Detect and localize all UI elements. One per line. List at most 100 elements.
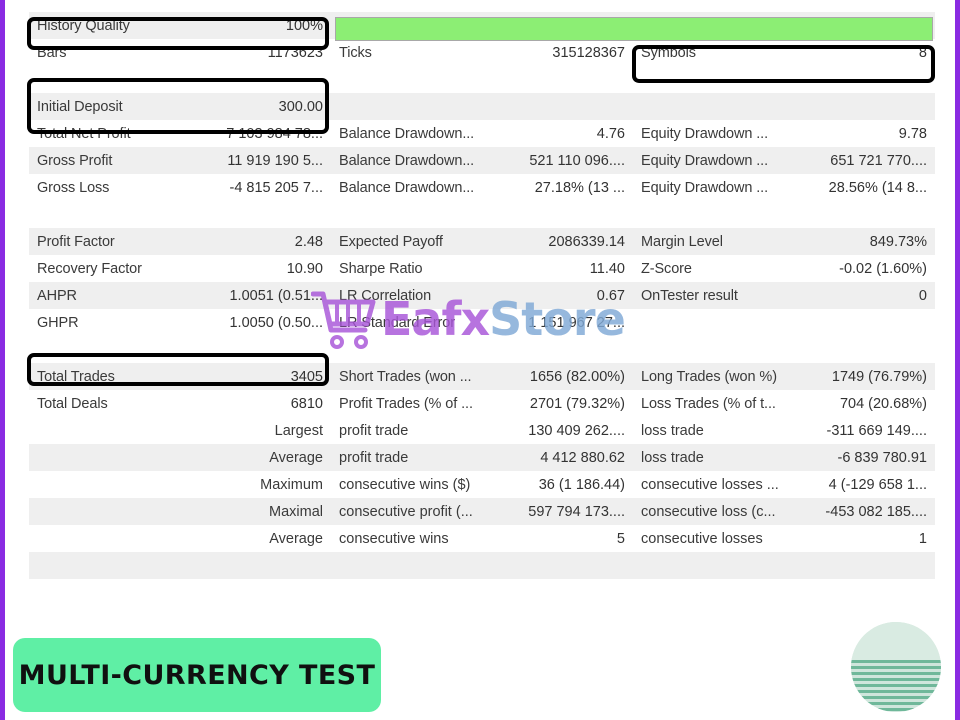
report-cell-label: Total Deals bbox=[37, 395, 108, 412]
table-row[interactable]: Total Net Profit 7 103 984 78... Balance D… bbox=[29, 120, 935, 147]
report-cell-middle: profit trade 4 412 880.62 bbox=[331, 444, 633, 471]
extreme-keyword: Largest bbox=[274, 422, 323, 439]
report-cell-keyword: Average bbox=[29, 444, 331, 471]
extreme-middle-phrase: consecutive profit (... bbox=[339, 503, 473, 520]
table-row[interactable]: Total Trades 3405 Short Trades (won ... 165… bbox=[29, 363, 935, 390]
report-cell: GHPR 1.0050 (0.50... bbox=[29, 309, 331, 336]
report-cell-label: Gross Loss bbox=[37, 179, 110, 196]
table-row[interactable]: Total Deals 6810 Profit Trades (% of ... 27… bbox=[29, 390, 935, 417]
report-cell-middle: consecutive wins ($) 36 (1 186.44) bbox=[331, 471, 633, 498]
table-row[interactable]: Gross Profit 11 919 190 5... Balance Drawd… bbox=[29, 147, 935, 174]
report-cell-label: Expected Payoff bbox=[339, 233, 443, 250]
report-cell: Sharpe Ratio 11.40 bbox=[331, 255, 633, 282]
table-row[interactable]: Average consecutive wins 5 consecutive loss… bbox=[29, 525, 935, 552]
extreme-middle-phrase: consecutive wins ($) bbox=[339, 476, 471, 493]
report-cell-value: 1.0051 (0.51... bbox=[229, 287, 323, 304]
table-row[interactable]: Maximal consecutive profit (... 597 794 17… bbox=[29, 498, 935, 525]
section-separator bbox=[29, 66, 935, 93]
report-cell-keyword: Largest bbox=[29, 417, 331, 444]
report-cell: Equity Drawdown ... 9.78 bbox=[633, 120, 935, 147]
report-cell: Total Trades 3405 bbox=[29, 363, 331, 390]
extreme-keyword: Maximal bbox=[269, 503, 323, 520]
report-cell: Bars 1173623 bbox=[29, 39, 331, 66]
report-cell: Profit Factor 2.48 bbox=[29, 228, 331, 255]
table-row[interactable]: Gross Loss -4 815 205 7... Balance Drawdow… bbox=[29, 174, 935, 201]
report-cell: Balance Drawdown... 521 110 096.... bbox=[331, 147, 633, 174]
report-cell-label: Bars bbox=[37, 44, 67, 61]
extreme-middle-value: 36 (1 186.44) bbox=[538, 476, 625, 493]
report-cell-label: Balance Drawdown... bbox=[339, 152, 475, 169]
report-cell-label: Gross Profit bbox=[37, 152, 113, 169]
report-cell-label: LR Correlation bbox=[339, 287, 432, 304]
report-cell-keyword: Average bbox=[29, 525, 331, 552]
extreme-right-phrase: loss trade bbox=[641, 422, 704, 439]
report-cell-value: 849.73% bbox=[869, 233, 927, 250]
report-cell-value: 4.76 bbox=[596, 125, 625, 142]
report-cell-value: 100% bbox=[285, 17, 323, 34]
report-cell-label: LR Standard Error bbox=[339, 314, 455, 331]
report-cell-value: 2086339.14 bbox=[548, 233, 625, 250]
banner-label: MULTI-CURRENCY TEST bbox=[18, 659, 376, 691]
report-cell-label: OnTester result bbox=[641, 287, 738, 304]
report-cell-value: 1749 (76.79%) bbox=[831, 368, 927, 385]
extreme-keyword: Maximum bbox=[260, 476, 323, 493]
table-row[interactable]: Recovery Factor 10.90 Sharpe Ratio 11.40 Z-S… bbox=[29, 255, 935, 282]
report-cell: Gross Loss -4 815 205 7... bbox=[29, 174, 331, 201]
extreme-middle-phrase: profit trade bbox=[339, 449, 409, 466]
report-cell-label: Z-Score bbox=[641, 260, 692, 277]
report-cell-value: 0.67 bbox=[596, 287, 625, 304]
report-cell-value: 0 bbox=[918, 287, 927, 304]
report-cell: Long Trades (won %) 1749 (76.79%) bbox=[633, 363, 935, 390]
table-row[interactable]: GHPR 1.0050 (0.50... LR Standard Error 1 15… bbox=[29, 309, 935, 336]
extreme-right-value: -453 082 185.... bbox=[825, 503, 927, 520]
report-cell-right: loss trade -6 839 780.91 bbox=[633, 444, 935, 471]
report-cell-value: 2.48 bbox=[294, 233, 323, 250]
table-row[interactable]: Bars 1173623 Ticks 315128367 Symbols 8 bbox=[29, 39, 935, 66]
report-cell-value: 651 721 770.... bbox=[830, 152, 927, 169]
table-row[interactable]: AHPR 1.0051 (0.51... LR Correlation 0.67 OnT… bbox=[29, 282, 935, 309]
progress-bar-fill bbox=[336, 18, 932, 40]
extreme-middle-phrase: consecutive wins bbox=[339, 530, 449, 547]
report-cell-label: Equity Drawdown ... bbox=[641, 152, 769, 169]
report-cell: Total Net Profit 7 103 984 78... bbox=[29, 120, 331, 147]
report-cell: Expected Payoff 2086339.14 bbox=[331, 228, 633, 255]
report-cell bbox=[633, 309, 935, 336]
table-row[interactable]: Average profit trade 4 412 880.62 loss trad… bbox=[29, 444, 935, 471]
report-cell-value: 315128367 bbox=[552, 44, 625, 61]
circle-top-half bbox=[851, 622, 941, 660]
report-cell-label: Short Trades (won ... bbox=[339, 368, 472, 385]
circle-decoration bbox=[851, 622, 941, 712]
extreme-keyword: Average bbox=[269, 530, 323, 547]
report-cell-value: 2701 (79.32%) bbox=[529, 395, 625, 412]
report-cell-value: 8 bbox=[918, 44, 927, 61]
report-cell-right: loss trade -311 669 149.... bbox=[633, 417, 935, 444]
report-cell-label: Balance Drawdown... bbox=[339, 179, 475, 196]
extreme-middle-value: 5 bbox=[616, 530, 625, 547]
report-cell-value: 1.0050 (0.50... bbox=[229, 314, 323, 331]
table-row[interactable]: Profit Factor 2.48 Expected Payoff 2086339.… bbox=[29, 228, 935, 255]
screenshot-root: History Quality 100% Bars 1173623 Ticks 31512… bbox=[0, 0, 960, 720]
report-cell-label: Long Trades (won %) bbox=[641, 368, 777, 385]
report-cell-label: Balance Drawdown... bbox=[339, 125, 475, 142]
extreme-middle-value: 4 412 880.62 bbox=[540, 449, 625, 466]
report-cell: AHPR 1.0051 (0.51... bbox=[29, 282, 331, 309]
extreme-keyword: Average bbox=[269, 449, 323, 466]
report-cell: Profit Trades (% of ... 2701 (79.32%) bbox=[331, 390, 633, 417]
report-cell-value: 11.40 bbox=[589, 260, 625, 277]
report-cell-right: consecutive losses 1 bbox=[633, 525, 935, 552]
table-row[interactable]: Largest profit trade 130 409 262.... loss t… bbox=[29, 417, 935, 444]
table-row[interactable]: Initial Deposit 300.00 bbox=[29, 93, 935, 120]
report-cell-value: -0.02 (1.60%) bbox=[839, 260, 927, 277]
report-cell-label: Total Net Profit bbox=[37, 125, 131, 142]
report-cell: Balance Drawdown... 4.76 bbox=[331, 120, 633, 147]
report-cell-label: Loss Trades (% of t... bbox=[641, 395, 776, 412]
report-cell-middle: consecutive wins 5 bbox=[331, 525, 633, 552]
report-cell-label: Symbols bbox=[641, 44, 696, 61]
extreme-right-phrase: consecutive losses ... bbox=[641, 476, 779, 493]
extreme-middle-phrase: profit trade bbox=[339, 422, 409, 439]
report-cell-middle: profit trade 130 409 262.... bbox=[331, 417, 633, 444]
table-row[interactable]: Maximum consecutive wins ($) 36 (1 186.44)… bbox=[29, 471, 935, 498]
report-cell-value: 704 (20.68%) bbox=[839, 395, 927, 412]
report-cell: Balance Drawdown... 27.18% (13 ... bbox=[331, 174, 633, 201]
report-cell: Short Trades (won ... 1656 (82.00%) bbox=[331, 363, 633, 390]
